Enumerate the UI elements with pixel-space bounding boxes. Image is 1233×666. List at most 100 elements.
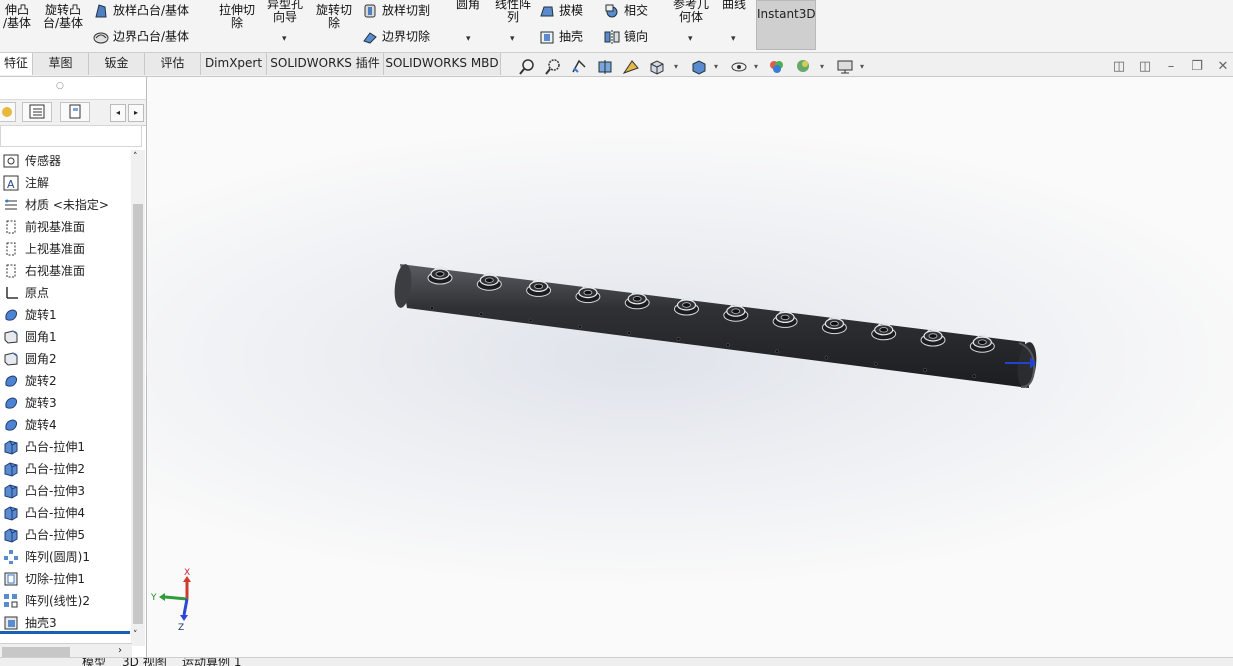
linear-pattern-button[interactable]: 线性阵 列 (490, 0, 536, 24)
view-settings-dropdown-icon[interactable]: ▾ (860, 62, 864, 71)
boundary-boss-icon (93, 32, 109, 44)
tabs-scroll-left-icon[interactable]: ◂ (110, 104, 126, 122)
fillet-dropdown-icon[interactable]: ▾ (466, 34, 471, 44)
extrude-cut-button[interactable]: 拉伸切 除 (214, 4, 260, 30)
scroll-down-icon[interactable]: ˅ (133, 630, 138, 640)
tree-item[interactable]: 旋转2 (0, 370, 132, 392)
display-style-icon[interactable] (690, 58, 708, 76)
tree-item[interactable]: 旋转4 (0, 414, 132, 436)
hole-wizard-button[interactable]: 异型孔 向导 (262, 0, 308, 24)
dynamic-annotation-icon[interactable] (622, 58, 640, 76)
extrude-icon (4, 484, 18, 499)
panel-grip-icon[interactable]: ○ (56, 81, 64, 91)
boundary-boss-label: 边界凸台/基体 (113, 29, 190, 44)
material-icon (5, 199, 17, 210)
intersect-button[interactable]: 相交 (604, 3, 648, 19)
draft-label: 拔模 (559, 3, 584, 18)
loft-cut-button[interactable]: 放样切割 (362, 3, 430, 19)
scroll-right-icon[interactable]: › (118, 645, 122, 656)
view-orientation-dropdown-icon[interactable]: ▾ (674, 62, 678, 71)
shell-button[interactable]: 抽壳 (539, 29, 583, 45)
previous-view-icon[interactable] (570, 58, 588, 76)
restore-icon[interactable]: ❐ (1190, 60, 1204, 74)
tree-item[interactable]: 传感器 (0, 150, 132, 172)
tree-item[interactable]: 前视基准面 (0, 216, 132, 238)
apply-scene-dropdown-icon[interactable]: ▾ (820, 62, 824, 71)
tree-item[interactable]: 圆角2 (0, 348, 132, 370)
reference-geometry-dropdown-icon[interactable]: ▾ (688, 34, 693, 44)
plane-icon (6, 220, 16, 234)
tile-left-icon[interactable]: ◫ (1112, 60, 1126, 74)
linear-pattern-dropdown-icon[interactable]: ▾ (510, 34, 515, 44)
tab-sheet-metal[interactable]: 钣金 (89, 53, 145, 75)
tree-item[interactable]: 凸台-拉伸5 (0, 524, 132, 546)
revolve-boss-button[interactable]: 旋转凸 台/基体 (40, 4, 86, 30)
tree-item[interactable]: 材质 <未指定> (0, 194, 132, 216)
scrollbar-thumb[interactable] (133, 204, 143, 624)
view-orientation-icon[interactable] (648, 58, 666, 76)
tab-property-manager[interactable] (22, 102, 52, 122)
section-view-icon[interactable] (596, 58, 614, 76)
tree-item-label: 传感器 (25, 154, 62, 168)
tree-item[interactable]: 原点 (0, 282, 132, 304)
extrude-icon (4, 506, 18, 521)
mirror-button[interactable]: 镜向 (604, 29, 648, 45)
hide-show-dropdown-icon[interactable]: ▾ (754, 62, 758, 71)
tree-item[interactable]: 阵列(圆周)1 (0, 546, 132, 568)
tabs-scroll-right-icon[interactable]: ▸ (128, 104, 144, 122)
tree-item[interactable]: 圆角1 (0, 326, 132, 348)
tree-item-label: 凸台-拉伸2 (25, 462, 85, 476)
tab-configuration-manager[interactable] (60, 102, 90, 122)
tab-dimxpert[interactable]: DimXpert (201, 53, 267, 75)
horizontal-scrollbar-thumb[interactable] (2, 647, 70, 657)
hole-wizard-dropdown-icon[interactable]: ▾ (282, 34, 287, 44)
rollback-bar[interactable] (0, 631, 130, 634)
tab-solidworks-mbd[interactable]: SOLIDWORKS MBD (384, 53, 501, 75)
instant3d-button[interactable]: Instant3D (756, 0, 816, 50)
tree-item[interactable]: 旋转1 (0, 304, 132, 326)
extrude-boss-button[interactable]: 伸凸 /基体 (0, 4, 34, 30)
loft-boss-button[interactable]: 放样凸台/基体 (93, 3, 189, 19)
curves-button[interactable]: 曲线 (722, 0, 746, 11)
boundary-cut-button[interactable]: 边界切除 (362, 29, 430, 45)
curves-dropdown-icon[interactable]: ▾ (731, 34, 736, 44)
feature-tree-scrollbar[interactable]: ˄ ˅ (131, 150, 145, 646)
tree-item[interactable]: 上视基准面 (0, 238, 132, 260)
tree-item[interactable]: 右视基准面 (0, 260, 132, 282)
coordinate-triad[interactable]: X Y Z (150, 568, 191, 633)
minimize-icon[interactable]: – (1164, 60, 1178, 74)
tile-right-icon[interactable]: ◫ (1138, 60, 1152, 74)
view-settings-icon[interactable] (836, 58, 854, 76)
hide-show-items-icon[interactable] (730, 58, 748, 76)
scroll-up-icon[interactable]: ˄ (133, 152, 138, 162)
draft-button[interactable]: 拔模 (539, 3, 583, 19)
tree-item[interactable]: 切除-拉伸1 (0, 568, 132, 590)
boundary-boss-button[interactable]: 边界凸台/基体 (93, 29, 189, 45)
tab-features[interactable]: 特征 (0, 53, 33, 75)
feature-filter-input[interactable] (0, 125, 142, 147)
display-style-dropdown-icon[interactable]: ▾ (714, 62, 718, 71)
reference-geometry-button[interactable]: 参考几 何体 (668, 0, 714, 24)
tree-item[interactable]: 旋转3 (0, 392, 132, 414)
tree-item[interactable]: 凸台-拉伸2 (0, 458, 132, 480)
apply-scene-icon[interactable] (794, 58, 812, 76)
close-icon[interactable]: ✕ (1216, 60, 1230, 74)
drain-hole (824, 355, 829, 360)
tree-item[interactable]: 凸台-拉伸1 (0, 436, 132, 458)
tree-item[interactable]: A 注解 (0, 172, 132, 194)
fillet-button[interactable]: 圆角 (456, 0, 480, 11)
tab-solidworks-addins[interactable]: SOLIDWORKS 插件 (267, 53, 384, 75)
tree-item-label: 阵列(圆周)1 (25, 550, 90, 564)
zoom-to-fit-icon[interactable] (518, 58, 536, 76)
tab-feature-manager[interactable] (0, 102, 16, 122)
tab-evaluate[interactable]: 评估 (145, 53, 201, 75)
tree-item[interactable]: 阵列(线性)2 (0, 590, 132, 612)
tab-sketch[interactable]: 草图 (33, 53, 89, 75)
edit-appearance-icon[interactable] (768, 58, 786, 76)
loft-cut-icon (364, 4, 376, 18)
graphics-area[interactable]: X Y Z (147, 77, 1233, 660)
revolve-cut-button[interactable]: 旋转切 除 (311, 4, 357, 30)
zoom-to-area-icon[interactable] (544, 58, 562, 76)
tree-item[interactable]: 凸台-拉伸3 (0, 480, 132, 502)
tree-item[interactable]: 凸台-拉伸4 (0, 502, 132, 524)
